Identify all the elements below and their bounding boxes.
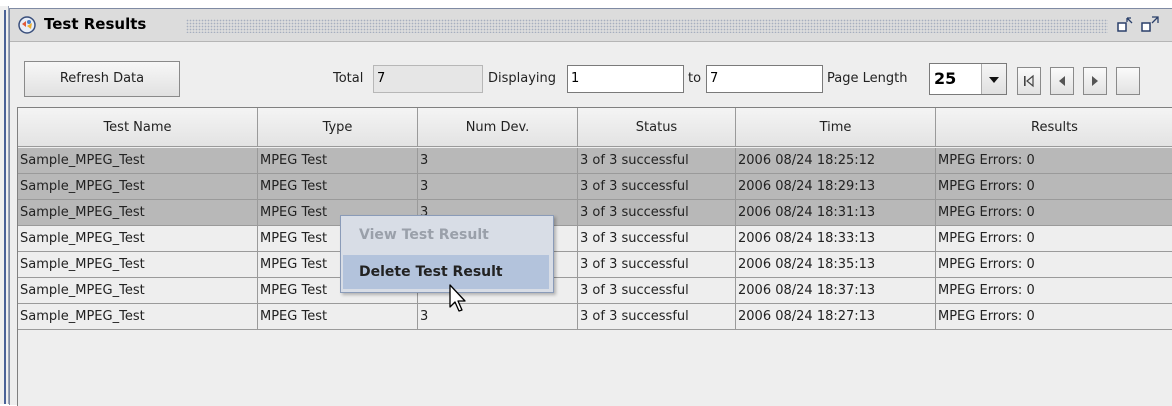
restore-icon[interactable]: [1117, 17, 1133, 32]
table-cell: MPEG Errors: 0: [936, 304, 1172, 330]
test-results-panel: Test Results Refresh Data Total 7 Displa…: [9, 8, 1172, 406]
table-cell: MPEG Test: [258, 304, 418, 330]
table-cell: 3: [418, 174, 578, 200]
table-row[interactable]: Sample_MPEG_Test MPEG Test 3 3 of 3 success…: [18, 148, 1172, 174]
table-cell: Sample_MPEG_Test: [18, 252, 258, 278]
page-length-dropdown-button[interactable]: [981, 64, 1006, 94]
window-controls: [1117, 16, 1159, 32]
displaying-label: Displaying: [488, 71, 557, 86]
table-cell: Sample_MPEG_Test: [18, 304, 258, 330]
last-page-button[interactable]: [1116, 67, 1140, 95]
table-header: Test Name Type Num Dev. Status Time Results: [18, 108, 1172, 148]
table-cell: 2006 08/24 18:37:13: [736, 278, 936, 304]
view-test-result-menu-item[interactable]: View Test Result: [343, 218, 549, 252]
page-length-value: 25: [934, 69, 957, 88]
table-cell: MPEG Errors: 0: [936, 226, 1172, 252]
table-row[interactable]: Sample_MPEG_Test MPEG Test 3 3 of 3 success…: [18, 304, 1172, 330]
column-header[interactable]: Status: [578, 108, 736, 147]
total-label: Total: [333, 71, 364, 86]
column-header[interactable]: Time: [736, 108, 936, 147]
table-cell: 3: [418, 304, 578, 330]
table-cell: Sample_MPEG_Test: [18, 174, 258, 200]
total-field: 7: [373, 65, 483, 93]
previous-page-icon: [1059, 76, 1065, 86]
table-cell: 2006 08/24 18:29:13: [736, 174, 936, 200]
table-cell: MPEG Test: [258, 148, 418, 174]
table-row[interactable]: Sample_MPEG_Test MPEG Test 3 3 of 3 success…: [18, 174, 1172, 200]
to-label: to: [688, 71, 702, 86]
table-cell: MPEG Errors: 0: [936, 252, 1172, 278]
app-window: Test Results Refresh Data Total 7 Displa…: [0, 0, 1172, 406]
page-length-select[interactable]: 25: [929, 63, 1007, 95]
table-cell: 3 of 3 successful: [578, 200, 736, 226]
results-table: Test Name Type Num Dev. Status Time Results S…: [17, 107, 1172, 406]
table-cell: 3 of 3 successful: [578, 252, 736, 278]
table-row[interactable]: Sample_MPEG_Test MPEG Test 3 3 of 3 success…: [18, 200, 1172, 226]
previous-page-button[interactable]: [1050, 67, 1074, 95]
table-cell: Sample_MPEG_Test: [18, 148, 258, 174]
displaying-to-field[interactable]: 7: [706, 65, 823, 93]
column-header[interactable]: Results: [936, 108, 1172, 147]
table-cell: Sample_MPEG_Test: [18, 226, 258, 252]
first-page-button[interactable]: [1017, 67, 1041, 95]
table-cell: 3: [418, 148, 578, 174]
next-page-icon: [1092, 76, 1098, 86]
table-cell: 2006 08/24 18:31:13: [736, 200, 936, 226]
table-cell: 3 of 3 successful: [578, 304, 736, 330]
table-cell: Sample_MPEG_Test: [18, 200, 258, 226]
table-cell: 2006 08/24 18:35:13: [736, 252, 936, 278]
chevron-down-icon: [989, 77, 999, 83]
toolbar: Refresh Data Total 7 Displaying 1 to 7 P…: [10, 42, 1172, 106]
page-length-label: Page Length: [827, 71, 908, 86]
test-results-app-icon: [18, 16, 36, 34]
maximize-icon[interactable]: [1141, 16, 1159, 32]
next-page-button[interactable]: [1083, 67, 1107, 95]
window-left-border: [4, 10, 6, 404]
table-row[interactable]: Sample_MPEG_Test MPEG Test 3 of 3 successf…: [18, 252, 1172, 278]
table-cell: MPEG Errors: 0: [936, 148, 1172, 174]
table-cell: 3 of 3 successful: [578, 148, 736, 174]
table-row[interactable]: Sample_MPEG_Test MPEG Test 3 of 3 successf…: [18, 278, 1172, 304]
panel-title-bar[interactable]: Test Results: [10, 9, 1172, 42]
title-bar-texture: [186, 19, 1108, 33]
table-cell: MPEG Errors: 0: [936, 278, 1172, 304]
table-row[interactable]: Sample_MPEG_Test MPEG Test 3 of 3 successf…: [18, 226, 1172, 252]
table-cell: 2006 08/24 18:27:13: [736, 304, 936, 330]
displaying-from-field[interactable]: 1: [567, 65, 684, 93]
refresh-data-button[interactable]: Refresh Data: [24, 61, 180, 97]
context-menu: View Test Result Delete Test Result: [340, 215, 554, 293]
table-cell: MPEG Errors: 0: [936, 174, 1172, 200]
table-cell: 2006 08/24 18:25:12: [736, 148, 936, 174]
column-header[interactable]: Type: [258, 108, 418, 147]
column-header[interactable]: Num Dev.: [418, 108, 578, 147]
panel-title: Test Results: [44, 15, 147, 33]
delete-test-result-menu-item[interactable]: Delete Test Result: [343, 255, 549, 289]
table-cell: 3 of 3 successful: [578, 174, 736, 200]
table-cell: MPEG Test: [258, 174, 418, 200]
table-cell: 2006 08/24 18:33:13: [736, 226, 936, 252]
first-page-icon: [1024, 74, 1034, 88]
table-cell: 3 of 3 successful: [578, 278, 736, 304]
table-cell: 3 of 3 successful: [578, 226, 736, 252]
table-cell: Sample_MPEG_Test: [18, 278, 258, 304]
mouse-pointer-icon: [449, 284, 466, 312]
column-header[interactable]: Test Name: [18, 108, 258, 147]
table-cell: MPEG Errors: 0: [936, 200, 1172, 226]
